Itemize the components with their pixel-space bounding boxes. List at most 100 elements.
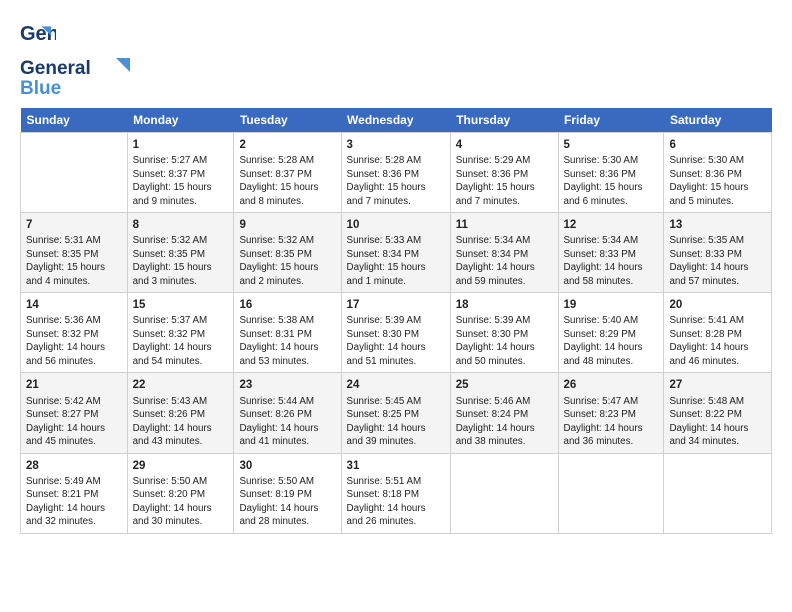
weekday-header: Sunday <box>21 108 128 133</box>
day-number: 25 <box>456 377 553 393</box>
day-info: Sunrise: 5:37 AM Sunset: 8:32 PM Dayligh… <box>133 314 229 368</box>
logo: General General Blue <box>20 18 130 98</box>
day-info: Sunrise: 5:32 AM Sunset: 8:35 PM Dayligh… <box>239 234 335 288</box>
day-number: 18 <box>456 297 553 313</box>
weekday-header: Friday <box>558 108 664 133</box>
calendar-cell <box>21 133 128 213</box>
day-info: Sunrise: 5:49 AM Sunset: 8:21 PM Dayligh… <box>26 475 122 529</box>
day-number: 2 <box>239 137 335 153</box>
calendar-cell: 14Sunrise: 5:36 AM Sunset: 8:32 PM Dayli… <box>21 293 128 373</box>
day-number: 20 <box>669 297 766 313</box>
day-info: Sunrise: 5:34 AM Sunset: 8:34 PM Dayligh… <box>456 234 553 288</box>
calendar-cell: 12Sunrise: 5:34 AM Sunset: 8:33 PM Dayli… <box>558 213 664 293</box>
day-info: Sunrise: 5:50 AM Sunset: 8:19 PM Dayligh… <box>239 475 335 529</box>
day-number: 28 <box>26 458 122 474</box>
calendar-cell: 11Sunrise: 5:34 AM Sunset: 8:34 PM Dayli… <box>450 213 558 293</box>
day-number: 7 <box>26 217 122 233</box>
day-number: 13 <box>669 217 766 233</box>
day-number: 3 <box>347 137 445 153</box>
calendar-week-row: 7Sunrise: 5:31 AM Sunset: 8:35 PM Daylig… <box>21 213 772 293</box>
day-info: Sunrise: 5:28 AM Sunset: 8:37 PM Dayligh… <box>239 154 335 208</box>
day-number: 16 <box>239 297 335 313</box>
day-number: 22 <box>133 377 229 393</box>
calendar-cell: 7Sunrise: 5:31 AM Sunset: 8:35 PM Daylig… <box>21 213 128 293</box>
calendar-cell: 13Sunrise: 5:35 AM Sunset: 8:33 PM Dayli… <box>664 213 772 293</box>
day-info: Sunrise: 5:33 AM Sunset: 8:34 PM Dayligh… <box>347 234 445 288</box>
calendar-week-row: 21 Sunrise: 5:42 AM Sunset: 8:27 PM Dayli… <box>21 373 772 453</box>
calendar-cell: 18Sunrise: 5:39 AM Sunset: 8:30 PM Dayli… <box>450 293 558 373</box>
day-info: Sunrise: 5:50 AM Sunset: 8:20 PM Dayligh… <box>133 475 229 529</box>
page: General General Blue SundayMondayTuesday… <box>0 0 792 544</box>
calendar-cell: 6Sunrise: 5:30 AM Sunset: 8:36 PM Daylig… <box>664 133 772 213</box>
calendar-cell: 24Sunrise: 5:45 AM Sunset: 8:25 PM Dayli… <box>341 373 450 453</box>
day-info: Sunrise: 5:41 AM Sunset: 8:28 PM Dayligh… <box>669 314 766 368</box>
day-info: Sunrise: 5:39 AM Sunset: 8:30 PM Dayligh… <box>347 314 445 368</box>
calendar-cell: 15Sunrise: 5:37 AM Sunset: 8:32 PM Dayli… <box>127 293 234 373</box>
day-number: 11 <box>456 217 553 233</box>
weekday-header: Saturday <box>664 108 772 133</box>
day-number: 1 <box>133 137 229 153</box>
calendar-cell: 5Sunrise: 5:30 AM Sunset: 8:36 PM Daylig… <box>558 133 664 213</box>
calendar-cell: 2Sunrise: 5:28 AM Sunset: 8:37 PM Daylig… <box>234 133 341 213</box>
day-number: 21 <box>26 377 122 393</box>
day-info: Sunrise: 5:29 AM Sunset: 8:36 PM Dayligh… <box>456 154 553 208</box>
day-number: 29 <box>133 458 229 474</box>
calendar-cell <box>664 453 772 533</box>
day-number: 17 <box>347 297 445 313</box>
day-info: Sunrise: 5:44 AM Sunset: 8:26 PM Dayligh… <box>239 395 335 449</box>
day-number: 10 <box>347 217 445 233</box>
calendar-cell: 23 Sunrise: 5:44 AM Sunset: 8:26 PM Dayli… <box>234 373 341 453</box>
calendar-cell: 1Sunrise: 5:27 AM Sunset: 8:37 PM Daylig… <box>127 133 234 213</box>
day-info: Sunrise: 5:32 AM Sunset: 8:35 PM Dayligh… <box>133 234 229 288</box>
calendar-cell: 22 Sunrise: 5:43 AM Sunset: 8:26 PM Dayli… <box>127 373 234 453</box>
weekday-header: Tuesday <box>234 108 341 133</box>
calendar-cell <box>558 453 664 533</box>
day-info: Sunrise: 5:40 AM Sunset: 8:29 PM Dayligh… <box>564 314 659 368</box>
calendar-cell: 16Sunrise: 5:38 AM Sunset: 8:31 PM Dayli… <box>234 293 341 373</box>
day-info: Sunrise: 5:30 AM Sunset: 8:36 PM Dayligh… <box>564 154 659 208</box>
day-number: 8 <box>133 217 229 233</box>
day-number: 26 <box>564 377 659 393</box>
day-number: 15 <box>133 297 229 313</box>
day-info: Sunrise: 5:42 AM Sunset: 8:27 PM Dayligh… <box>26 395 122 449</box>
day-info: Sunrise: 5:36 AM Sunset: 8:32 PM Dayligh… <box>26 314 122 368</box>
day-info: Sunrise: 5:51 AM Sunset: 8:18 PM Dayligh… <box>347 475 445 529</box>
day-number: 30 <box>239 458 335 474</box>
day-info: Sunrise: 5:39 AM Sunset: 8:30 PM Dayligh… <box>456 314 553 368</box>
day-number: 23 <box>239 377 335 393</box>
day-info: Sunrise: 5:46 AM Sunset: 8:24 PM Dayligh… <box>456 395 553 449</box>
calendar-cell: 26 Sunrise: 5:47 AM Sunset: 8:23 PM Dayli… <box>558 373 664 453</box>
calendar-cell: 8Sunrise: 5:32 AM Sunset: 8:35 PM Daylig… <box>127 213 234 293</box>
day-info: Sunrise: 5:27 AM Sunset: 8:37 PM Dayligh… <box>133 154 229 208</box>
day-info: Sunrise: 5:48 AM Sunset: 8:22 PM Dayligh… <box>669 395 766 449</box>
calendar-cell: 25 Sunrise: 5:46 AM Sunset: 8:24 PM Dayli… <box>450 373 558 453</box>
calendar-cell: 17Sunrise: 5:39 AM Sunset: 8:30 PM Dayli… <box>341 293 450 373</box>
calendar-table: SundayMondayTuesdayWednesdayThursdayFrid… <box>20 108 772 534</box>
calendar-week-row: 28Sunrise: 5:49 AM Sunset: 8:21 PM Dayli… <box>21 453 772 533</box>
weekday-header: Wednesday <box>341 108 450 133</box>
calendar-cell: 19Sunrise: 5:40 AM Sunset: 8:29 PM Dayli… <box>558 293 664 373</box>
day-number: 14 <box>26 297 122 313</box>
calendar-cell: 10Sunrise: 5:33 AM Sunset: 8:34 PM Dayli… <box>341 213 450 293</box>
weekday-header: Monday <box>127 108 234 133</box>
day-number: 5 <box>564 137 659 153</box>
day-info: Sunrise: 5:30 AM Sunset: 8:36 PM Dayligh… <box>669 154 766 208</box>
svg-text:General: General <box>20 58 91 79</box>
day-info: Sunrise: 5:31 AM Sunset: 8:35 PM Dayligh… <box>26 234 122 288</box>
day-info: Sunrise: 5:47 AM Sunset: 8:23 PM Dayligh… <box>564 395 659 449</box>
calendar-week-row: 1Sunrise: 5:27 AM Sunset: 8:37 PM Daylig… <box>21 133 772 213</box>
day-number: 31 <box>347 458 445 474</box>
day-info: Sunrise: 5:34 AM Sunset: 8:33 PM Dayligh… <box>564 234 659 288</box>
day-number: 24 <box>347 377 445 393</box>
day-info: Sunrise: 5:43 AM Sunset: 8:26 PM Dayligh… <box>133 395 229 449</box>
calendar-cell: 20Sunrise: 5:41 AM Sunset: 8:28 PM Dayli… <box>664 293 772 373</box>
day-number: 9 <box>239 217 335 233</box>
day-number: 19 <box>564 297 659 313</box>
calendar-cell: 21 Sunrise: 5:42 AM Sunset: 8:27 PM Dayli… <box>21 373 128 453</box>
calendar-cell: 4Sunrise: 5:29 AM Sunset: 8:36 PM Daylig… <box>450 133 558 213</box>
calendar-cell <box>450 453 558 533</box>
header-row: SundayMondayTuesdayWednesdayThursdayFrid… <box>21 108 772 133</box>
day-number: 12 <box>564 217 659 233</box>
header: General General Blue <box>20 18 772 98</box>
svg-text:Blue: Blue <box>20 78 61 98</box>
